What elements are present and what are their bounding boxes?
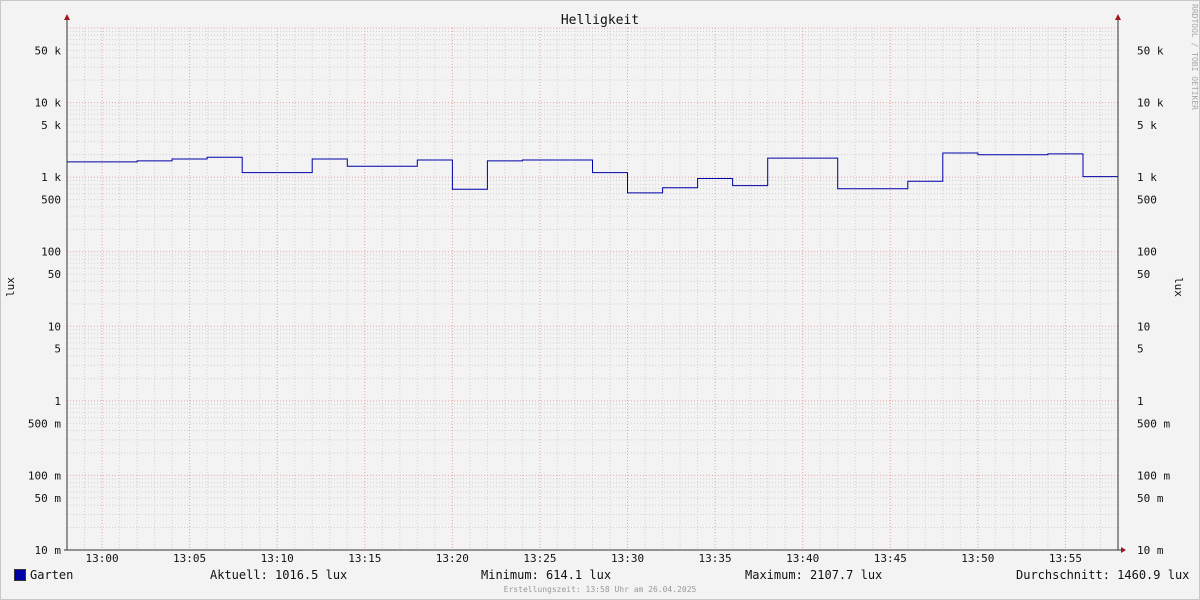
y-axis-label-left: lux xyxy=(4,277,17,297)
y-tick-label-left: 10 k xyxy=(35,97,62,110)
rrdtool-watermark: RRDTOOL / TOBI OETIKER xyxy=(1190,4,1199,110)
x-tick-label: 13:00 xyxy=(85,552,118,565)
y-tick-label-right: 50 xyxy=(1137,268,1150,281)
y-tick-label-right: 1 xyxy=(1137,395,1144,408)
y-tick-label-left: 100 xyxy=(41,246,61,259)
x-tick-label: 13:15 xyxy=(348,552,381,565)
y-tick-label-left: 100 m xyxy=(28,469,61,482)
x-tick-label: 13:20 xyxy=(436,552,469,565)
legend-minimum: Minimum: 614.1 lux xyxy=(481,568,612,582)
y-tick-label-left: 50 k xyxy=(35,44,62,57)
y-tick-label-right: 10 k xyxy=(1137,97,1164,110)
y-tick-label-right: 10 m xyxy=(1137,544,1164,557)
y-tick-label-right: 10 xyxy=(1137,320,1150,333)
y-tick-label-left: 10 m xyxy=(35,544,62,557)
x-tick-label: 13:25 xyxy=(523,552,556,565)
y-tick-label-right: 500 m xyxy=(1137,417,1170,430)
y-tick-label-left: 500 m xyxy=(28,417,61,430)
y-tick-label-right: 500 xyxy=(1137,194,1157,207)
x-tick-label: 13:35 xyxy=(699,552,732,565)
y-tick-label-right: 5 xyxy=(1137,343,1144,356)
x-tick-label: 13:40 xyxy=(786,552,819,565)
y-axis-right-arrow xyxy=(1115,14,1121,20)
chart-title: Helligkeit xyxy=(561,13,639,28)
y-tick-label-left: 1 xyxy=(54,395,61,408)
x-tick-label: 13:10 xyxy=(261,552,294,565)
y-tick-label-left: 5 xyxy=(54,343,61,356)
y-tick-label-left: 1 k xyxy=(41,171,61,184)
y-tick-label-right: 100 m xyxy=(1137,469,1170,482)
y-axis-left-arrow xyxy=(64,14,70,20)
chart-axes xyxy=(64,14,1126,553)
y-tick-label-left: 50 xyxy=(48,268,61,281)
y-tick-label-right: 1 k xyxy=(1137,171,1157,184)
legend-average: Durchschnitt: 1460.9 lux xyxy=(1016,568,1190,582)
y-tick-label-left: 5 k xyxy=(41,119,61,132)
x-tick-label: 13:45 xyxy=(874,552,907,565)
x-tick-label: 13:30 xyxy=(611,552,644,565)
y-axis-label-right: lux xyxy=(1172,277,1185,297)
creation-time-footer: Erstellungszeit: 13:58 Uhr am 26.04.2025 xyxy=(503,585,697,594)
legend-maximum: Maximum: 2107.7 lux xyxy=(745,568,883,582)
y-tick-label-left: 50 m xyxy=(35,492,62,505)
minor-grid xyxy=(66,28,1119,550)
y-tick-label-right: 50 m xyxy=(1137,492,1164,505)
y-tick-label-right: 50 k xyxy=(1137,44,1164,57)
x-tick-label: 13:55 xyxy=(1049,552,1082,565)
y-tick-label-right: 100 xyxy=(1137,246,1157,259)
brightness-chart: 13:00 13:05 13:10 13:15 13:20 13:25 13:30 13:35… xyxy=(4,13,1185,565)
x-axis-arrow xyxy=(1121,547,1126,553)
legend-series-name: Garten xyxy=(30,568,74,582)
x-tick-label: 13:05 xyxy=(173,552,206,565)
y-tick-label-left: 10 xyxy=(48,320,61,333)
x-tick-label: 13:50 xyxy=(961,552,994,565)
y-tick-label-right: 5 k xyxy=(1137,119,1157,132)
legend-current: Aktuell: 1016.5 lux xyxy=(210,568,348,582)
legend-swatch-garten xyxy=(14,569,26,581)
y-tick-label-left: 500 xyxy=(41,194,61,207)
